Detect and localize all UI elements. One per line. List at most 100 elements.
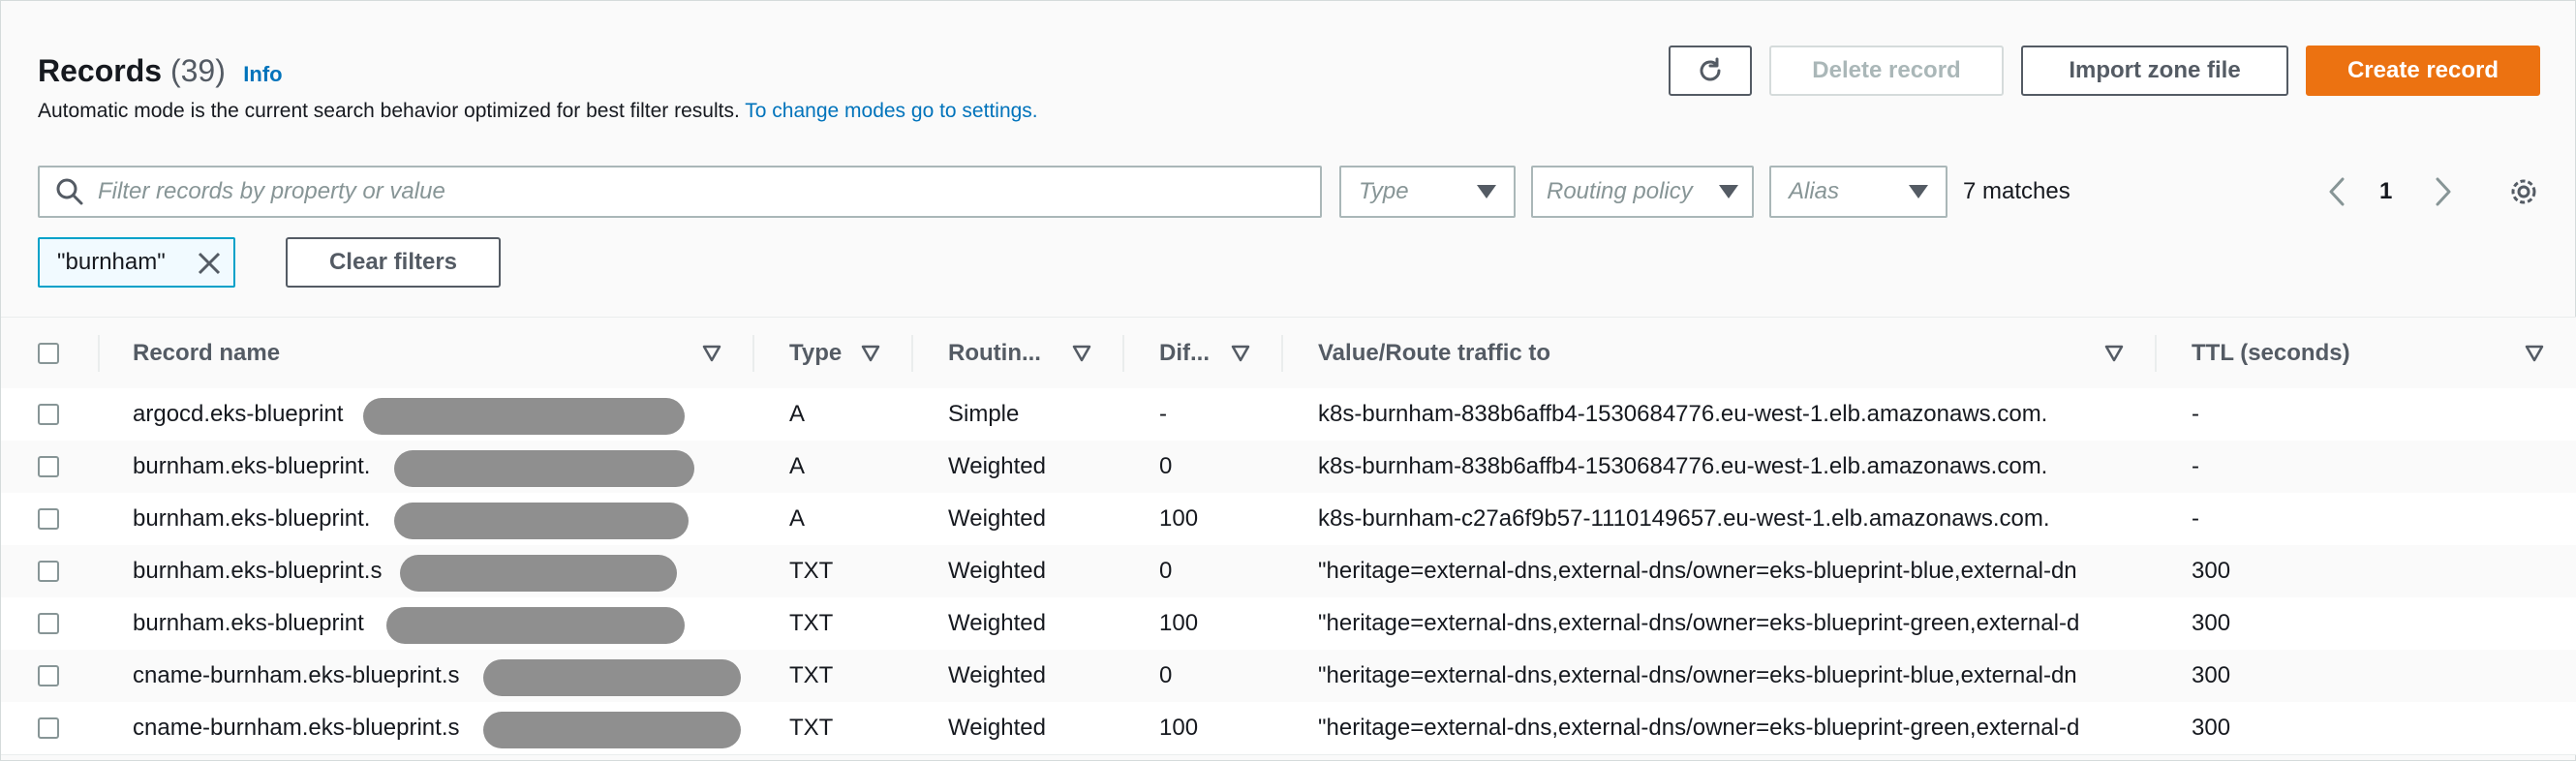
differentiator-cell: 0 (1159, 662, 1173, 688)
routing-cell: Weighted (948, 715, 1046, 741)
redaction-mask (483, 659, 741, 696)
search-icon (56, 178, 83, 205)
select-all-checkbox[interactable] (38, 343, 59, 364)
row-checkbox[interactable] (38, 508, 59, 530)
value-cell: k8s-burnham-838b6affb4-1530684776.eu-wes… (1318, 401, 2048, 427)
row-checkbox[interactable] (38, 717, 59, 739)
page-title: Records (39) (38, 53, 226, 88)
column-divider (1122, 335, 1124, 372)
value-cell: "heritage=external-dns,external-dns/owne… (1318, 610, 2080, 636)
column-header-ttl[interactable]: TTL (seconds) (2192, 318, 2350, 389)
type-select[interactable]: Type (1339, 166, 1516, 218)
alias-placeholder: Alias (1789, 178, 1840, 204)
matches-count: 7 matches (1963, 178, 2070, 204)
redaction-mask (363, 398, 685, 435)
ttl-cell: 300 (2192, 610, 2231, 636)
import-zone-file-button[interactable]: Import zone file (2021, 46, 2288, 96)
filter-token-label: "burnham" (57, 249, 166, 275)
redaction-mask (483, 712, 741, 748)
search-input[interactable]: Filter records by property or value (38, 166, 1322, 218)
refresh-icon (1700, 57, 1721, 81)
differentiator-cell: 100 (1159, 610, 1199, 636)
row-checkbox[interactable] (38, 665, 59, 686)
chevron-left-icon[interactable] (2325, 175, 2348, 208)
description-text: Automatic mode is the current search beh… (38, 100, 746, 122)
record-count: (39) (169, 53, 226, 88)
redaction-mask (400, 555, 677, 592)
sort-icon[interactable] (861, 345, 880, 362)
table-row[interactable]: burnham.eks-blueprint. A Weighted 100 k8… (1, 493, 2576, 546)
column-divider (752, 335, 754, 372)
value-cell: k8s-burnham-838b6affb4-1530684776.eu-wes… (1318, 453, 2048, 479)
differentiator-cell: 100 (1159, 505, 1199, 532)
sort-icon[interactable] (702, 345, 721, 362)
gear-icon[interactable] (2507, 175, 2540, 208)
routing-cell: Weighted (948, 453, 1046, 479)
table-row[interactable]: cname-burnham.eks-blueprint.s TXT Weight… (1, 650, 2576, 703)
ttl-cell: - (2192, 505, 2199, 532)
column-header-routing[interactable]: Routin... (948, 318, 1041, 389)
ttl-cell: 300 (2192, 715, 2231, 741)
redaction-mask (394, 503, 689, 539)
table-row[interactable]: burnham.eks-blueprint TXT Weighted 100 "… (1, 597, 2576, 651)
routing-cell: Simple (948, 401, 1020, 427)
value-cell: "heritage=external-dns,external-dns/owne… (1318, 662, 2077, 688)
ttl-cell: 300 (2192, 662, 2231, 688)
column-divider (1281, 335, 1283, 372)
sort-icon[interactable] (2525, 345, 2544, 362)
delete-record-button[interactable]: Delete record (1769, 46, 2004, 96)
value-cell: k8s-burnham-c27a6f9b57-1110149657.eu-wes… (1318, 505, 2050, 532)
column-header-record-name[interactable]: Record name (133, 318, 280, 389)
row-checkbox[interactable] (38, 404, 59, 425)
table-row[interactable]: argocd.eks-blueprint A Simple - k8s-burn… (1, 388, 2576, 442)
caret-down-icon (1909, 185, 1928, 198)
search-placeholder: Filter records by property or value (98, 178, 445, 204)
table-row[interactable]: cname-burnham.eks-blueprint.s TXT Weight… (1, 702, 2576, 755)
differentiator-cell: 0 (1159, 453, 1173, 479)
ttl-cell: 300 (2192, 558, 2231, 584)
sort-icon[interactable] (2104, 345, 2124, 362)
ttl-cell: - (2192, 453, 2199, 479)
records-table: Record name Type Routin... Dif... Value/… (1, 317, 2576, 762)
type-cell: A (789, 453, 806, 479)
records-header: Records (39) Info (38, 53, 283, 89)
type-cell: TXT (789, 610, 834, 636)
sort-icon[interactable] (1072, 345, 1091, 362)
row-checkbox[interactable] (38, 456, 59, 477)
close-icon[interactable] (197, 251, 222, 276)
info-link[interactable]: Info (243, 62, 282, 86)
alias-select[interactable]: Alias (1769, 166, 1947, 218)
routing-cell: Weighted (948, 558, 1046, 584)
table-row[interactable]: burnham.eks-blueprint. A Weighted 0 k8s-… (1, 441, 2576, 494)
redaction-mask (394, 450, 694, 487)
type-cell: A (789, 505, 806, 532)
caret-down-icon (1719, 185, 1738, 198)
create-record-button[interactable]: Create record (2306, 46, 2540, 96)
differentiator-cell: 100 (1159, 715, 1199, 741)
clear-filters-button[interactable]: Clear filters (286, 237, 501, 288)
type-cell: TXT (789, 558, 834, 584)
row-checkbox[interactable] (38, 613, 59, 634)
column-header-differentiator[interactable]: Dif... (1159, 318, 1210, 389)
routing-policy-select[interactable]: Routing policy (1531, 166, 1754, 218)
records-panel: Records (39) Info Automatic mode is the … (0, 0, 2576, 761)
caret-down-icon (1477, 185, 1496, 198)
refresh-button[interactable] (1669, 46, 1752, 96)
current-page[interactable]: 1 (2379, 178, 2392, 205)
type-placeholder: Type (1359, 178, 1409, 204)
routing-policy-placeholder: Routing policy (1547, 178, 1693, 204)
table-header: Record name Type Routin... Dif... Value/… (1, 317, 2576, 390)
table-row[interactable]: burnham.eks-blueprint.s TXT Weighted 0 "… (1, 545, 2576, 598)
redaction-mask (386, 607, 685, 644)
column-divider (911, 335, 913, 372)
differentiator-cell: 0 (1159, 558, 1173, 584)
sort-icon[interactable] (1231, 345, 1250, 362)
search-mode-description: Automatic mode is the current search beh… (38, 100, 1038, 123)
change-modes-link[interactable]: To change modes go to settings. (745, 100, 1037, 122)
column-header-value[interactable]: Value/Route traffic to (1318, 318, 1550, 389)
column-header-type[interactable]: Type (789, 318, 842, 389)
routing-cell: Weighted (948, 505, 1046, 532)
type-cell: A (789, 401, 806, 427)
chevron-right-icon[interactable] (2432, 175, 2455, 208)
row-checkbox[interactable] (38, 561, 59, 582)
